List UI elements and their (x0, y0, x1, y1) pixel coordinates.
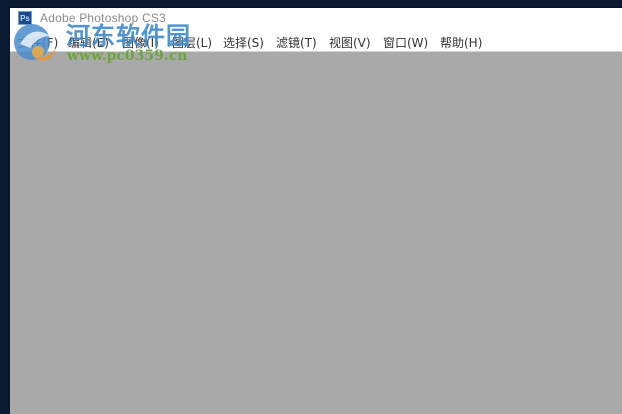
title-bar[interactable]: Ps Adobe Photoshop CS3 (10, 8, 622, 32)
menu-layer[interactable]: 图层(L) (172, 34, 212, 51)
menu-image[interactable]: 图像(I) (122, 34, 159, 51)
menu-filter[interactable]: 滤镜(T) (276, 34, 317, 51)
menu-help[interactable]: 帮助(H) (440, 34, 482, 51)
menu-view[interactable]: 视图(V) (329, 34, 371, 51)
window-title: Adobe Photoshop CS3 (40, 11, 166, 25)
menu-file[interactable]: 文件(F) (18, 34, 58, 51)
photoshop-window: Ps Adobe Photoshop CS3 文件(F) 编辑(E) 图像(I)… (10, 8, 622, 414)
menu-select[interactable]: 选择(S) (223, 34, 264, 51)
menu-bar: 文件(F) 编辑(E) 图像(I) 图层(L) 选择(S) 滤镜(T) 视图(V… (10, 32, 622, 52)
workspace-area[interactable] (10, 52, 622, 414)
menu-window[interactable]: 窗口(W) (383, 34, 428, 51)
menu-edit[interactable]: 编辑(E) (68, 34, 109, 51)
photoshop-app-icon[interactable]: Ps (18, 11, 32, 25)
